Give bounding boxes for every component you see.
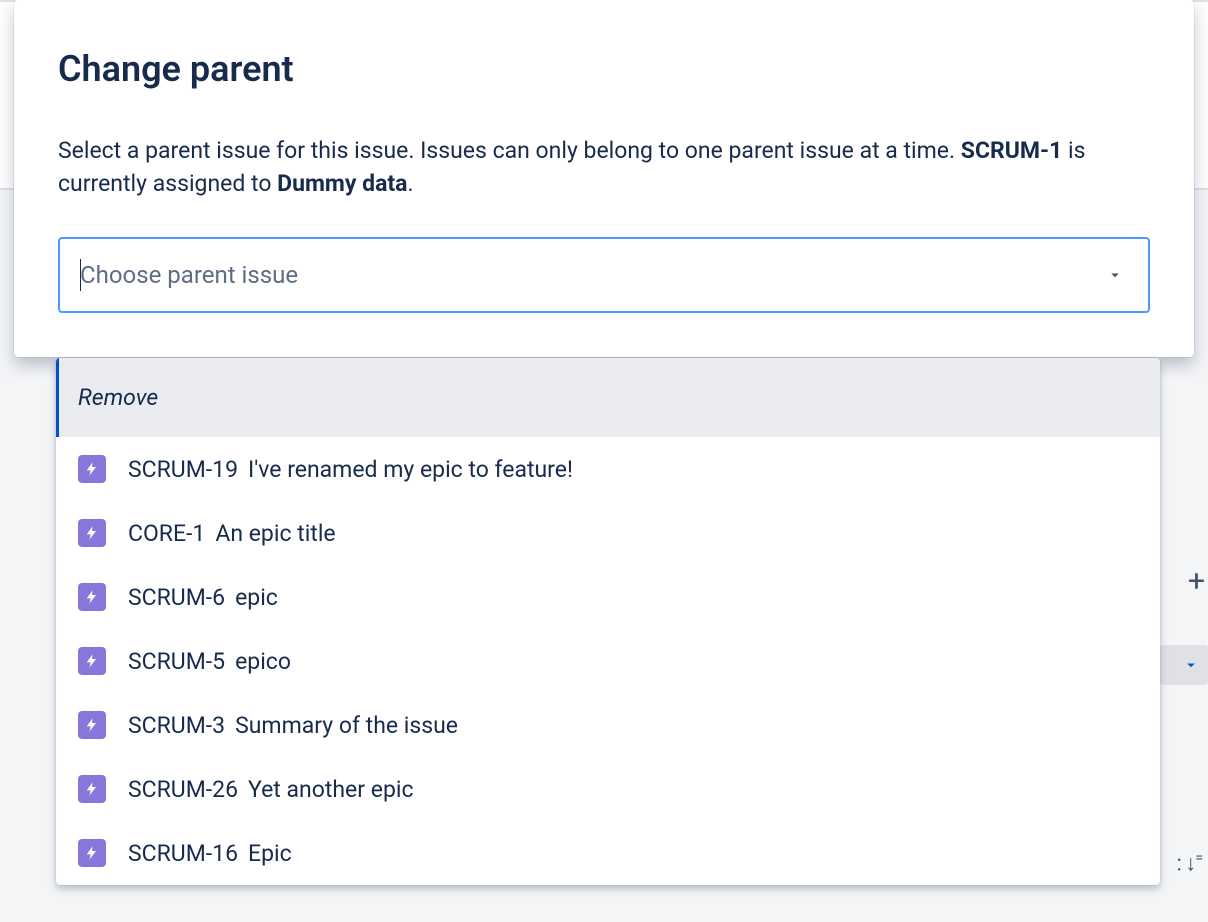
issue-key: SCRUM-1 [961,137,1063,164]
modal-title: Change parent [58,48,1150,90]
issue-key: CORE-1 [128,520,205,547]
issue-key: SCRUM-6 [128,584,225,611]
issue-key: SCRUM-16 [128,840,238,867]
dropdown-option[interactable]: SCRUM-16 Epic [56,821,1160,885]
issue-key: SCRUM-3 [128,712,225,739]
issue-title: epico [235,648,291,675]
option-text: SCRUM-3 Summary of the issue [128,712,458,739]
epic-icon [78,455,106,483]
parent-issue-select[interactable]: Choose parent issue [58,237,1150,313]
background-dropdown[interactable] [1160,645,1208,685]
option-text: SCRUM-26 Yet another epic [128,776,414,803]
issue-key: SCRUM-19 [128,456,238,483]
parent-issue-dropdown: Remove SCRUM-19 I've renamed my epic to f… [56,358,1160,885]
dropdown-option-remove[interactable]: Remove [56,358,1160,437]
change-parent-modal: Change parent Select a parent issue for … [14,0,1194,357]
epic-icon [78,839,106,867]
issue-title: Epic [248,840,292,867]
select-placeholder: Choose parent issue [80,261,298,289]
option-text: SCRUM-16 Epic [128,840,292,867]
issue-title: I've renamed my epic to feature! [248,456,573,483]
text-cursor [80,259,81,291]
issue-key: SCRUM-26 [128,776,238,803]
issue-title: Summary of the issue [235,712,458,739]
option-text: SCRUM-19 I've renamed my epic to feature! [128,456,573,483]
dropdown-option[interactable]: SCRUM-19 I've renamed my epic to feature! [56,437,1160,501]
sort-icon[interactable]: : ↓= [1177,850,1202,876]
option-text: SCRUM-5 epico [128,648,291,675]
modal-description: Select a parent issue for this issue. Is… [58,134,1150,201]
dropdown-option[interactable]: SCRUM-3 Summary of the issue [56,693,1160,757]
issue-title: epic [235,584,278,611]
option-text: SCRUM-6 epic [128,584,278,611]
add-icon[interactable]: + [1188,566,1208,596]
remove-label: Remove [78,384,158,411]
issue-title: Yet another epic [248,776,413,803]
issue-key: SCRUM-5 [128,648,225,675]
issue-title: An epic title [215,520,335,547]
description-text: Select a parent issue for this issue. Is… [58,137,961,164]
epic-icon [78,583,106,611]
dropdown-option[interactable]: SCRUM-5 epico [56,629,1160,693]
option-text: CORE-1 An epic title [128,520,336,547]
current-parent-name: Dummy data [277,170,407,197]
description-text: . [407,170,413,197]
dropdown-option[interactable]: SCRUM-26 Yet another epic [56,757,1160,821]
epic-icon [78,647,106,675]
dropdown-option[interactable]: SCRUM-6 epic [56,565,1160,629]
dropdown-option[interactable]: CORE-1 An epic title [56,501,1160,565]
epic-icon [78,519,106,547]
epic-icon [78,775,106,803]
chevron-down-icon [1104,264,1126,286]
epic-icon [78,711,106,739]
